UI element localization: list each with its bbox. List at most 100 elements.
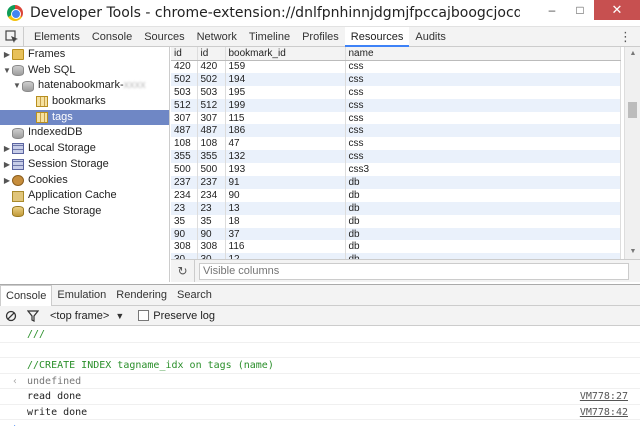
- more-menu-icon[interactable]: ⋮: [619, 29, 632, 45]
- sidebar-item-database[interactable]: ▼ hatenabookmark-xxxx: [0, 78, 169, 94]
- table-cell: 355: [171, 150, 198, 164]
- console-message-text: //CREATE INDEX tagname_idx on tags (name…: [27, 360, 274, 371]
- sidebar-item-cookies[interactable]: ▶ Cookies: [0, 173, 169, 189]
- column-header-name[interactable]: name: [345, 47, 621, 61]
- expand-triangle-icon[interactable]: ▶: [2, 47, 12, 63]
- table-cell: db: [345, 188, 621, 202]
- table-cell: 23: [197, 201, 226, 215]
- expand-triangle-icon[interactable]: ▶: [2, 157, 12, 173]
- tab-timeline[interactable]: Timeline: [243, 27, 296, 47]
- table-cell: css: [345, 124, 621, 138]
- table-row[interactable]: 502 502 194 css: [171, 72, 621, 86]
- table-cell: 159: [225, 60, 346, 73]
- tab-audits[interactable]: Audits: [409, 27, 452, 47]
- collapse-triangle-icon[interactable]: ▼: [2, 63, 12, 79]
- column-header-id[interactable]: id: [197, 47, 226, 61]
- table-row[interactable]: 108 108 47 css: [171, 137, 621, 151]
- table-row[interactable]: 23 23 13 db: [171, 201, 621, 215]
- vertical-scrollbar[interactable]: ▲ ▼: [624, 47, 640, 259]
- console-message: read done VM778:27: [0, 389, 640, 405]
- expand-triangle-icon[interactable]: ▶: [2, 141, 12, 157]
- table-cell: 35: [171, 214, 198, 228]
- table-row[interactable]: 90 90 37 db: [171, 227, 621, 241]
- sidebar-item-indexeddb[interactable]: IndexedDB: [0, 125, 169, 141]
- table-cell: css: [345, 85, 621, 99]
- tab-profiles[interactable]: Profiles: [296, 27, 345, 47]
- expand-triangle-icon[interactable]: ▶: [2, 173, 12, 189]
- console-message: ‹ undefined: [0, 374, 640, 389]
- visible-columns-input[interactable]: [199, 262, 629, 280]
- tab-elements[interactable]: Elements: [28, 27, 86, 47]
- table-row[interactable]: 503 503 195 css: [171, 85, 621, 99]
- sidebar-item-application-cache[interactable]: Application Cache: [0, 188, 169, 204]
- console-message-text: read done: [27, 391, 82, 402]
- table-cell: 487: [171, 124, 198, 138]
- table-cell: 13: [225, 201, 346, 215]
- column-header-id[interactable]: id: [171, 47, 198, 61]
- console-prompt-line[interactable]: ›: [0, 420, 640, 426]
- drawer-tab-console[interactable]: Console: [0, 284, 53, 306]
- table-row[interactable]: 512 512 199 css: [171, 98, 621, 112]
- table-cell: 115: [225, 111, 346, 125]
- table-cell: 500: [197, 163, 226, 177]
- table-cell: 420: [197, 60, 226, 73]
- scroll-thumb[interactable]: [628, 102, 637, 118]
- column-header-bookmark-id[interactable]: bookmark_id: [225, 47, 346, 61]
- table-cell: 512: [197, 98, 226, 112]
- table-cell: css: [345, 150, 621, 164]
- clear-console-icon[interactable]: [0, 306, 22, 326]
- console-message-text: write done: [27, 406, 88, 418]
- table-cell: 18: [225, 214, 346, 228]
- filter-icon[interactable]: [22, 306, 44, 326]
- drawer-tab-rendering[interactable]: Rendering: [111, 285, 172, 306]
- scroll-down-icon[interactable]: ▼: [625, 245, 640, 259]
- table-icon: [36, 112, 48, 124]
- table-cell: 37: [225, 227, 346, 241]
- close-button[interactable]: ✕: [594, 0, 640, 20]
- table-cell: 308: [171, 240, 198, 254]
- table-row[interactable]: 35 35 18 db: [171, 214, 621, 228]
- preserve-log-checkbox[interactable]: [138, 310, 150, 321]
- tags-table: id id bookmark_id name 420 420 159 css 502 50…: [171, 47, 621, 259]
- sidebar-item-tags[interactable]: tags: [0, 109, 169, 126]
- table-row[interactable]: 487 487 186 css: [171, 124, 621, 138]
- table-cell: db: [345, 201, 621, 215]
- table-cell: css: [345, 137, 621, 151]
- tab-sources[interactable]: Sources: [138, 27, 190, 47]
- minimize-button[interactable]: –: [538, 0, 566, 20]
- table-cell: 199: [225, 98, 346, 112]
- inspect-element-icon[interactable]: [0, 26, 24, 47]
- sidebar-item-cache-storage[interactable]: Cache Storage: [0, 204, 169, 220]
- table-row[interactable]: 500 500 193 css3: [171, 163, 621, 177]
- sidebar-item-bookmarks[interactable]: bookmarks: [0, 94, 169, 110]
- sidebar-item-frames[interactable]: ▶ Frames: [0, 47, 169, 63]
- sidebar-item-label: Cookies: [28, 173, 68, 186]
- sidebar-item-web-sql[interactable]: ▼ Web SQL: [0, 63, 169, 79]
- sidebar-item-label: Session Storage: [28, 157, 109, 170]
- table-row[interactable]: 237 237 91 db: [171, 176, 621, 189]
- sidebar-item-label: Web SQL: [28, 63, 76, 76]
- frame-selector[interactable]: <top frame>: [50, 310, 109, 322]
- table-row[interactable]: 420 420 159 css: [171, 60, 621, 73]
- table-cell: db: [345, 214, 621, 228]
- collapse-triangle-icon[interactable]: ▼: [12, 78, 22, 94]
- dropdown-arrow-icon[interactable]: ▼: [115, 311, 124, 321]
- scroll-up-icon[interactable]: ▲: [625, 47, 640, 61]
- source-link[interactable]: VM778:42: [580, 405, 628, 421]
- tab-resources[interactable]: Resources: [344, 26, 410, 47]
- table-row[interactable]: 355 355 132 css: [171, 150, 621, 164]
- tab-console[interactable]: Console: [86, 27, 138, 47]
- maximize-button[interactable]: □: [566, 0, 594, 20]
- tab-network[interactable]: Network: [191, 27, 243, 47]
- table-row[interactable]: 234 234 90 db: [171, 188, 621, 202]
- sidebar-item-session-storage[interactable]: ▶ Session Storage: [0, 157, 169, 173]
- drawer-tab-emulation[interactable]: Emulation: [52, 285, 111, 306]
- table-row[interactable]: 308 308 116 db: [171, 240, 621, 254]
- refresh-icon[interactable]: ↻: [171, 260, 195, 282]
- table-cell: css: [345, 60, 621, 73]
- cookie-icon: [12, 174, 24, 186]
- table-row[interactable]: 307 307 115 css: [171, 111, 621, 125]
- drawer-tab-search[interactable]: Search: [172, 285, 217, 306]
- sidebar-item-local-storage[interactable]: ▶ Local Storage: [0, 141, 169, 157]
- source-link[interactable]: VM778:27: [580, 389, 628, 405]
